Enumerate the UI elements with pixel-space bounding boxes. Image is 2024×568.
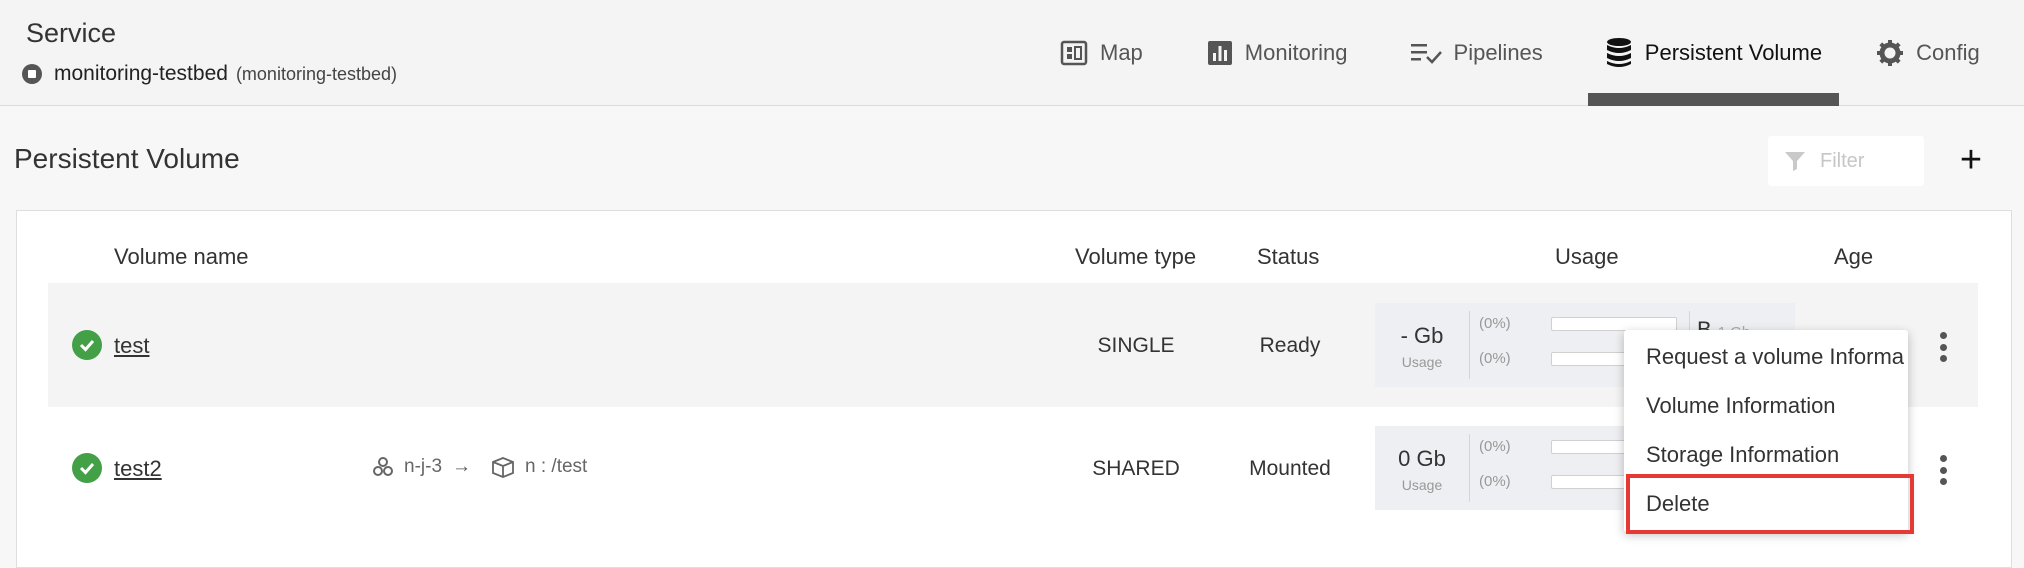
usage-percent: (0%) — [1479, 473, 1511, 490]
tab-config[interactable]: Config — [1866, 0, 1990, 106]
tab-map[interactable]: Map — [1050, 0, 1153, 106]
service-label: Service — [26, 18, 117, 48]
tab-pipelines-label: Pipelines — [1453, 40, 1543, 65]
status-ok-icon — [72, 330, 102, 360]
menu-item-volume-information[interactable]: Volume Information — [1646, 393, 1836, 419]
row-menu-button[interactable] — [1937, 332, 1949, 362]
tab-map-label: Map — [1100, 40, 1143, 65]
status-cell: Ready — [1259, 334, 1321, 357]
menu-item-request-volume-info[interactable]: Request a volume Informa — [1646, 344, 1904, 370]
database-icon — [1606, 38, 1631, 67]
filter-box[interactable] — [1768, 136, 1924, 186]
usage-label: Usage — [1401, 354, 1443, 370]
namespace-name: monitoring-testbed — [54, 62, 228, 85]
volume-name-link[interactable]: test2 — [114, 456, 162, 482]
mount-info: n-j-3 → n : /test — [372, 456, 587, 478]
tab-persistent-volume[interactable]: Persistent Volume — [1595, 0, 1832, 106]
tab-config-label: Config — [1916, 40, 1980, 65]
chart-icon — [1207, 41, 1232, 65]
page-title: Persistent Volume — [14, 143, 240, 174]
map-icon — [1060, 40, 1088, 66]
usage-value: 0 Gb — [1398, 446, 1446, 471]
namespace-icon — [22, 64, 42, 84]
filter-input[interactable] — [1820, 149, 1916, 173]
pipeline-icon — [1410, 44, 1442, 64]
add-volume-button[interactable]: + — [1956, 140, 1986, 180]
column-header-volume-type: Volume type — [1075, 244, 1197, 269]
usage-value: - Gb — [1400, 323, 1444, 348]
tab-persistent-volume-label: Persistent Volume — [1644, 40, 1823, 65]
namespace-row: monitoring-testbed (monitoring-testbed) — [22, 62, 397, 86]
usage-label: Usage — [1401, 477, 1443, 493]
row-menu-button[interactable] — [1937, 455, 1949, 485]
filter-icon — [1785, 152, 1805, 171]
status-ok-icon — [72, 453, 102, 483]
usage-bar — [1551, 317, 1677, 331]
tab-monitoring[interactable]: Monitoring — [1197, 0, 1358, 106]
volume-type-cell: SINGLE — [1097, 334, 1175, 357]
usage-percent: (0%) — [1479, 350, 1511, 367]
column-header-age: Age — [1834, 244, 1874, 269]
volume-type-cell: SHARED — [1092, 457, 1180, 480]
tab-pipelines[interactable]: Pipelines — [1400, 0, 1553, 106]
node-icon — [373, 457, 393, 476]
package-icon — [492, 457, 514, 478]
column-header-usage: Usage — [1555, 244, 1619, 269]
delete-highlight-box — [1626, 474, 1914, 534]
gear-icon — [1877, 40, 1904, 66]
column-header-volume-name: Volume name — [114, 244, 249, 269]
volume-name-link[interactable]: test — [114, 333, 149, 359]
tab-monitoring-label: Monitoring — [1244, 40, 1348, 65]
status-cell: Mounted — [1249, 457, 1331, 480]
mount-node: n-j-3 — [404, 456, 443, 477]
mount-path: n : /test — [525, 456, 588, 477]
column-header-status: Status — [1257, 244, 1320, 269]
active-tab-indicator — [1588, 93, 1839, 106]
arrow-right-icon: → — [452, 456, 472, 477]
usage-percent: (0%) — [1479, 438, 1511, 455]
menu-item-storage-information[interactable]: Storage Information — [1646, 442, 1839, 468]
tab-bar: Map Monitoring Pipelines Persistent Volu… — [1050, 0, 1990, 106]
namespace-sub: (monitoring-testbed) — [235, 63, 398, 84]
header-bar: Service monitoring-testbed (monitoring-t… — [0, 0, 2024, 106]
usage-percent: (0%) — [1479, 315, 1511, 332]
